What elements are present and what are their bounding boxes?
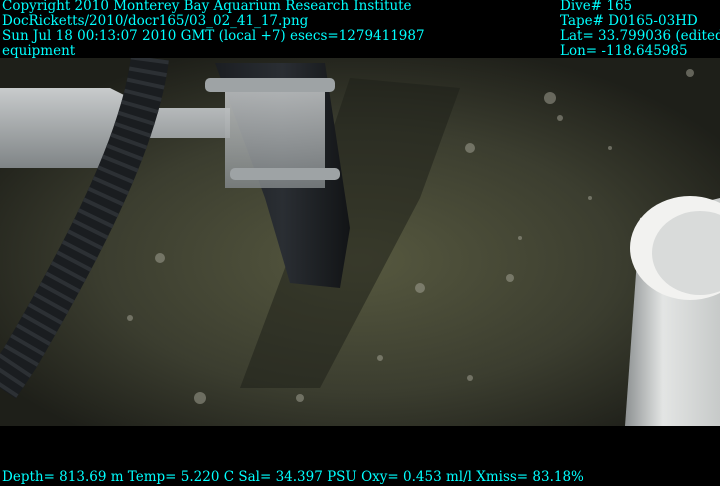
seafloor-scene [0,58,720,426]
timestamp-line: Sun Jul 18 00:13:07 2010 GMT (local +7) … [2,28,425,44]
tape-line: Tape# D0165-03HD [560,13,698,29]
overlay-top-left: Copyright 2010 Monterey Bay Aquarium Res… [2,0,425,59]
category-line: equipment [2,43,76,59]
latitude-line: Lat= 33.799036 (edited) [560,28,720,44]
filename-line: DocRicketts/2010/docr165/03_02_41_17.png [2,13,309,29]
seafloor-photo [0,58,720,426]
sensor-readout: Depth= 813.69 m Temp= 5.220 C Sal= 34.39… [2,469,584,485]
longitude-line: Lon= -118.645985 [560,43,688,59]
copyright-line: Copyright 2010 Monterey Bay Aquarium Res… [2,0,412,14]
overlay-top-right: Dive# 165 Tape# D0165-03HD Lat= 33.79903… [560,0,720,59]
dive-line: Dive# 165 [560,0,633,14]
